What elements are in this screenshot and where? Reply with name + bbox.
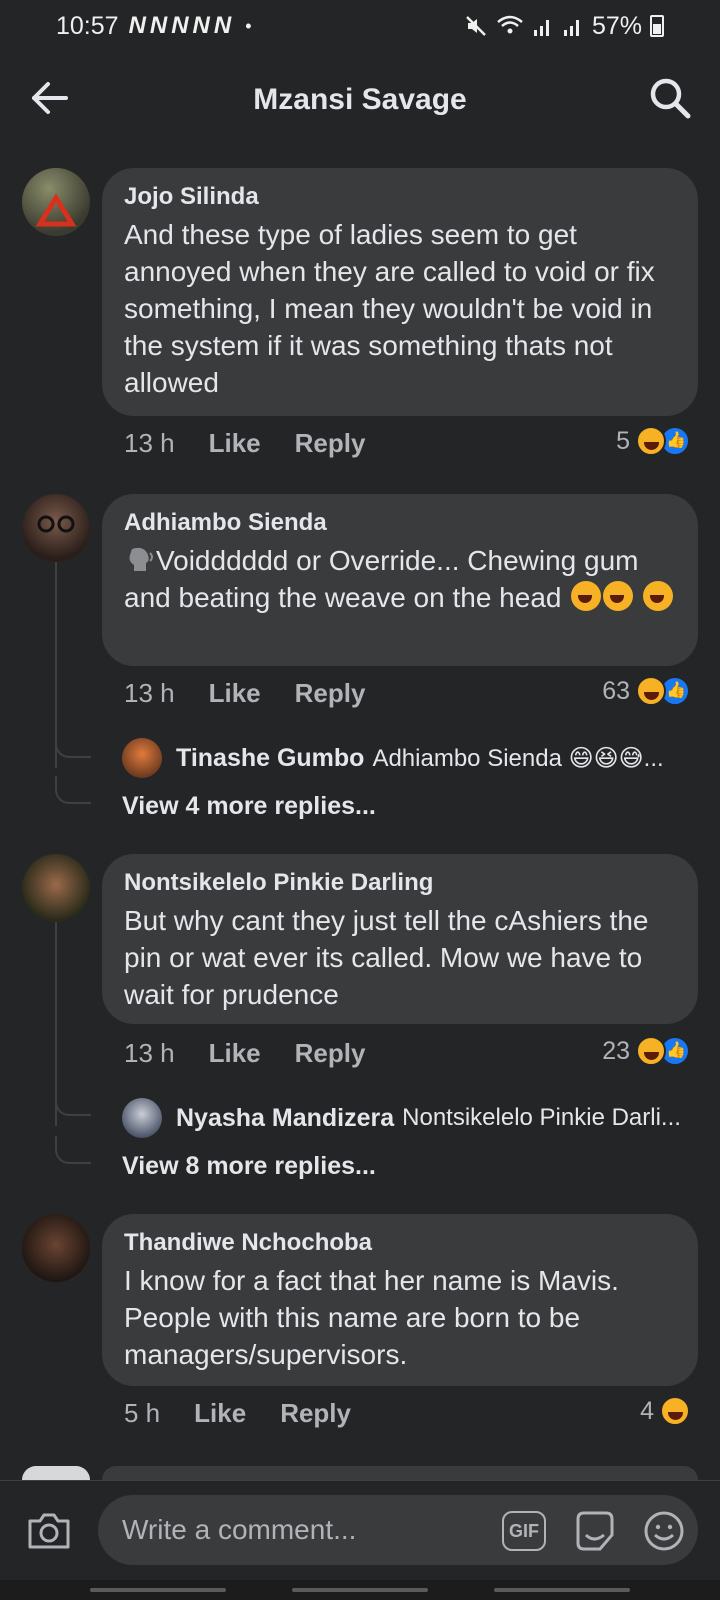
comment-actions: 13 h Like Reply — [124, 423, 365, 463]
haha-reaction-icon — [660, 1396, 690, 1426]
reply-button[interactable]: Reply — [295, 1038, 366, 1069]
app-header: Mzansi Savage — [0, 52, 720, 148]
avatar[interactable] — [22, 494, 90, 562]
reply-author[interactable]: Nyasha Mandizera — [176, 1104, 394, 1133]
reactions-summary[interactable]: 4 — [640, 1391, 690, 1431]
arrow-left-icon[interactable] — [28, 76, 72, 120]
nav-home[interactable] — [292, 1588, 428, 1592]
reply-author[interactable]: Tinashe Gumbo — [176, 744, 364, 773]
like-button[interactable]: Like — [209, 428, 261, 459]
comment-time: 13 h — [124, 677, 175, 708]
rofl-emoji-icon — [571, 581, 602, 611]
status-bar: 10:57 NNNNN • 57% — [0, 0, 720, 52]
signal-icon — [533, 20, 549, 36]
comment-text: But why cant they just tell the cAshiers… — [124, 905, 649, 1010]
haha-reaction-icon — [636, 1036, 666, 1066]
reaction-count: 23 — [602, 1036, 630, 1065]
gif-icon[interactable]: GIF — [502, 1511, 546, 1551]
reply-text: Adhiambo Sienda 😄😆😅... — [372, 744, 664, 772]
reply-button[interactable]: Reply — [280, 1398, 351, 1429]
reactions-summary[interactable]: 23 — [602, 1031, 690, 1071]
comment-author[interactable]: Adhiambo Sienda — [124, 508, 678, 538]
reply-preview[interactable]: Tinashe Gumbo Adhiambo Sienda 😄😆😅... — [122, 736, 698, 780]
nav-recent[interactable] — [90, 1588, 226, 1592]
search-icon[interactable] — [648, 76, 692, 120]
avatar[interactable] — [22, 854, 90, 922]
like-button[interactable]: Like — [209, 1038, 261, 1069]
reply-preview[interactable]: Nyasha Mandizera Nontsikelelo Pinkie Dar… — [122, 1096, 698, 1140]
comment-text: Voidddddd or Override... Chewing gum and… — [124, 545, 639, 613]
comment-text-wrap: Voidddddd or Override... Chewing gum and… — [124, 542, 678, 616]
like-button[interactable]: Like — [209, 678, 261, 709]
rofl-emoji-icon — [643, 581, 674, 611]
reply-avatar[interactable] — [122, 1098, 162, 1138]
comment-bubble[interactable]: Jojo Silinda And these type of ladies se… — [102, 168, 698, 416]
avatar-partial — [22, 1466, 90, 1480]
reply-button[interactable]: Reply — [295, 428, 366, 459]
view-more-replies[interactable]: View 4 more replies... — [122, 792, 376, 828]
comment-actions: 13 h Like Reply — [124, 1033, 365, 1073]
haha-reaction-icon — [636, 426, 666, 456]
reaction-count: 5 — [616, 426, 630, 455]
comment-composer: Write a comment... GIF — [0, 1480, 720, 1580]
glasses-icon — [37, 515, 75, 533]
comment-author[interactable]: Thandiwe Nchochoba — [124, 1228, 678, 1258]
comment-bubble-partial — [102, 1466, 698, 1480]
battery-icon — [650, 15, 664, 37]
avatar[interactable] — [22, 168, 90, 236]
comment-bubble[interactable]: Thandiwe Nchochoba I know for a fact tha… — [102, 1214, 698, 1386]
thread-connector — [55, 776, 91, 804]
wifi-icon — [497, 15, 523, 34]
comment-author[interactable]: Nontsikelelo Pinkie Darling — [124, 868, 678, 898]
thread-connector — [55, 1136, 91, 1164]
comment-bubble[interactable]: Nontsikelelo Pinkie Darling But why cant… — [102, 854, 698, 1024]
reactions-summary[interactable]: 63 — [602, 671, 690, 711]
warning-triangle-icon — [35, 193, 77, 227]
nav-back[interactable] — [494, 1588, 630, 1592]
comment-actions: 13 h Like Reply — [124, 673, 365, 713]
comment-time: 5 h — [124, 1397, 161, 1428]
battery-percent: 57% — [591, 11, 642, 40]
comment-actions: 5 h Like Reply — [124, 1393, 351, 1433]
speaking-head-icon — [129, 547, 153, 571]
thread-connector — [55, 1088, 91, 1116]
mute-icon — [466, 16, 486, 36]
notification-icons: NNNNN — [128, 12, 236, 39]
view-more-replies[interactable]: View 8 more replies... — [122, 1152, 376, 1188]
comment-time: 13 h — [124, 1037, 175, 1068]
page-title: Mzansi Savage — [253, 83, 467, 116]
haha-reaction-icon — [636, 676, 666, 706]
comment-author[interactable]: Jojo Silinda — [124, 182, 678, 212]
status-time: 10:57 — [56, 11, 119, 40]
comment-bubble[interactable]: Adhiambo Sienda Voidddddd or Override...… — [102, 494, 698, 666]
thread-connector — [55, 730, 91, 758]
system-nav-bar — [0, 1580, 720, 1600]
reaction-count: 4 — [640, 1396, 654, 1425]
reply-button[interactable]: Reply — [295, 678, 366, 709]
status-dot: • — [245, 15, 252, 36]
avatar[interactable] — [22, 1214, 90, 1282]
reactions-summary[interactable]: 5 — [616, 421, 690, 461]
like-button[interactable]: Like — [194, 1398, 246, 1429]
sticker-icon[interactable] — [572, 1509, 618, 1553]
camera-icon[interactable] — [26, 1511, 72, 1551]
signal-icon-2 — [563, 20, 579, 36]
rofl-emoji-icon — [603, 581, 634, 611]
emoji-icon[interactable] — [642, 1509, 686, 1553]
comment-text: I know for a fact that her name is Mavis… — [124, 1265, 619, 1370]
comment-text: And these type of ladies seem to get ann… — [124, 219, 655, 398]
comment-time: 13 h — [124, 427, 175, 458]
reaction-count: 63 — [602, 676, 630, 705]
reply-avatar[interactable] — [122, 738, 162, 778]
reply-text: Nontsikelelo Pinkie Darli... — [402, 1104, 681, 1131]
